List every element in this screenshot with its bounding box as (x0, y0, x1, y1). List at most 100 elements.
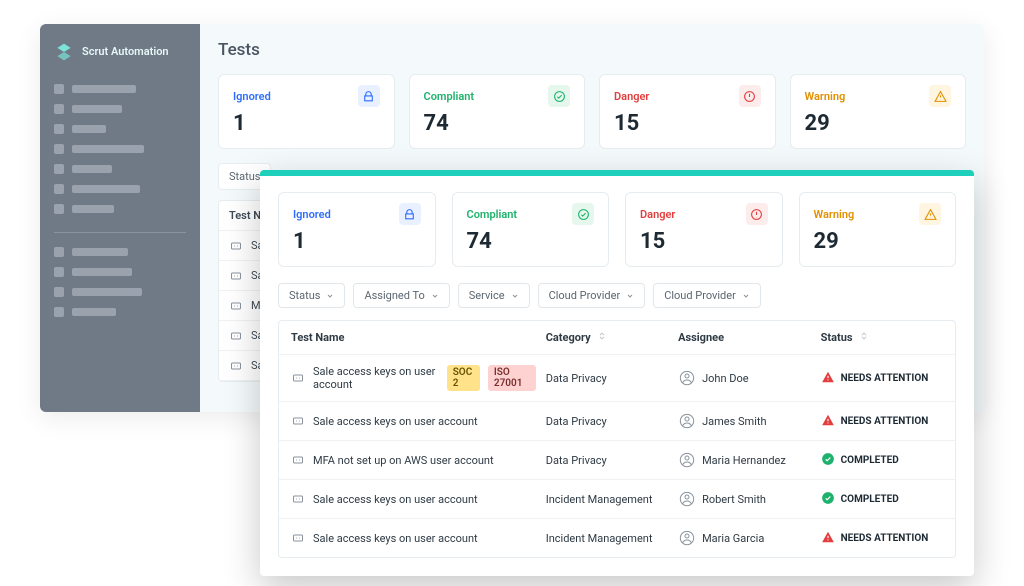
chevron-down-icon (511, 292, 519, 300)
key-icon (291, 532, 305, 544)
stat-label: Warning (805, 90, 846, 103)
sidebar-item[interactable] (54, 204, 186, 214)
table-row[interactable]: Sale access keys on user account Incident… (279, 519, 955, 557)
stat-card-ignored[interactable]: Ignored 1 (218, 74, 395, 149)
stat-value: 1 (293, 229, 421, 254)
cell-assignee: John Doe (678, 369, 811, 387)
stats-row: Ignored 1 Compliant 74 Danger (218, 74, 966, 149)
status-text: COMPLETED (841, 494, 899, 505)
brand-mark-icon (54, 42, 74, 62)
sidebar-item[interactable] (54, 307, 186, 317)
test-name-text: Sale access keys on user account (313, 415, 478, 428)
sidebar-item[interactable] (54, 104, 186, 114)
stat-label: Ignored (293, 208, 331, 221)
stat-value: 74 (467, 229, 595, 254)
sidebar-item[interactable] (54, 287, 186, 297)
key-icon (291, 454, 305, 466)
warning-triangle-icon (821, 370, 835, 387)
sort-icon (859, 331, 869, 341)
status-text: COMPLETED (841, 455, 899, 466)
stat-card-ignored[interactable]: Ignored 1 (278, 192, 436, 267)
cell-status: NEEDS ATTENTION (821, 530, 943, 547)
table-header: Test Name Category Assignee Status (279, 321, 955, 355)
cell-assignee: Maria Garcia (678, 529, 811, 547)
key-icon (229, 270, 243, 282)
page-title: Tests (218, 40, 966, 60)
filter-label: Status (289, 289, 320, 302)
brand-logo: Scrut Automation (54, 42, 186, 62)
key-icon (229, 330, 243, 342)
panel-stats-row: Ignored 1 Compliant 74 Danger (278, 192, 956, 267)
check-circle-icon (821, 491, 835, 508)
col-assignee: Assignee (678, 331, 811, 344)
stat-card-compliant[interactable]: Compliant 74 (452, 192, 610, 267)
filter-assigned-to[interactable]: Assigned To (353, 283, 449, 308)
cell-test-name: Sale access keys on user account (291, 493, 536, 506)
test-name-text: Sale access keys on user account (313, 532, 478, 545)
key-icon (291, 415, 305, 427)
sidebar-item[interactable] (54, 164, 186, 174)
stat-card-warning[interactable]: Warning 29 (799, 192, 957, 267)
stat-value: 1 (233, 111, 380, 136)
col-category[interactable]: Category (546, 331, 668, 344)
filter-cloud-provider[interactable]: Cloud Provider (538, 283, 646, 308)
test-name-text: Sale access keys on user account (313, 493, 478, 506)
assignee-name: Maria Hernandez (702, 454, 786, 467)
cell-status: COMPLETED (821, 491, 943, 508)
table-row[interactable]: Sale access keys on user accountData Pri… (279, 402, 955, 441)
stat-card-danger[interactable]: Danger 15 (625, 192, 783, 267)
stat-card-danger[interactable]: Danger 15 (599, 74, 776, 149)
sidebar-nav-group-1 (54, 84, 186, 214)
filter-label: Cloud Provider (549, 289, 621, 302)
key-icon (291, 493, 305, 505)
warning-triangle-icon (929, 85, 951, 107)
stat-label: Compliant (467, 208, 518, 221)
status-text: NEEDS ATTENTION (841, 416, 929, 427)
stat-label: Danger (640, 208, 675, 221)
assignee-name: John Doe (702, 372, 749, 385)
stat-value: 74 (424, 111, 571, 136)
sidebar-divider (54, 232, 186, 233)
table-row[interactable]: Sale access keys on user accountSOC 2ISO… (279, 355, 955, 402)
filters-row: Status Assigned To Service Cloud Provide… (278, 283, 956, 308)
compliance-tag: ISO 27001 (488, 365, 536, 391)
stat-value: 29 (805, 111, 952, 136)
alert-circle-icon (739, 85, 761, 107)
stat-label: Compliant (424, 90, 475, 103)
cell-category: Incident Management (546, 532, 668, 545)
table-row[interactable]: Sale access keys on user account Incident… (279, 480, 955, 519)
col-status[interactable]: Status (821, 331, 943, 344)
stat-value: 15 (640, 229, 768, 254)
key-icon (229, 360, 243, 372)
sidebar-item[interactable] (54, 184, 186, 194)
sidebar-item[interactable] (54, 124, 186, 134)
stat-label: Ignored (233, 90, 271, 103)
test-name-text: Sale access keys on user account (313, 365, 439, 391)
status-text: NEEDS ATTENTION (841, 373, 929, 384)
stat-label: Danger (614, 90, 649, 103)
stat-card-compliant[interactable]: Compliant 74 (409, 74, 586, 149)
user-avatar-icon (678, 490, 696, 508)
filter-label: Assigned To (364, 289, 424, 302)
chevron-down-icon (326, 292, 334, 300)
assignee-name: Maria Garcia (702, 532, 764, 545)
filter-service[interactable]: Service (458, 283, 530, 308)
filter-status[interactable]: Status (278, 283, 345, 308)
cell-category: Incident Management (546, 493, 668, 506)
tests-table: Test Name Category Assignee Status Sale … (278, 320, 956, 558)
key-icon (229, 300, 243, 312)
status-text: NEEDS ATTENTION (841, 533, 929, 544)
sidebar: Scrut Automation (40, 24, 200, 412)
stat-card-warning[interactable]: Warning 29 (790, 74, 967, 149)
sidebar-item[interactable] (54, 144, 186, 154)
table-row[interactable]: MFA not set up on AWS user accountData P… (279, 441, 955, 480)
sidebar-item[interactable] (54, 267, 186, 277)
filter-cloud-provider[interactable]: Cloud Provider (653, 283, 761, 308)
sidebar-item[interactable] (54, 84, 186, 94)
user-avatar-icon (678, 369, 696, 387)
sidebar-nav-group-2 (54, 247, 186, 317)
sidebar-item[interactable] (54, 247, 186, 257)
stat-value: 15 (614, 111, 761, 136)
test-name-text: MFA not set up on AWS user account (313, 454, 494, 467)
key-icon (229, 240, 243, 252)
